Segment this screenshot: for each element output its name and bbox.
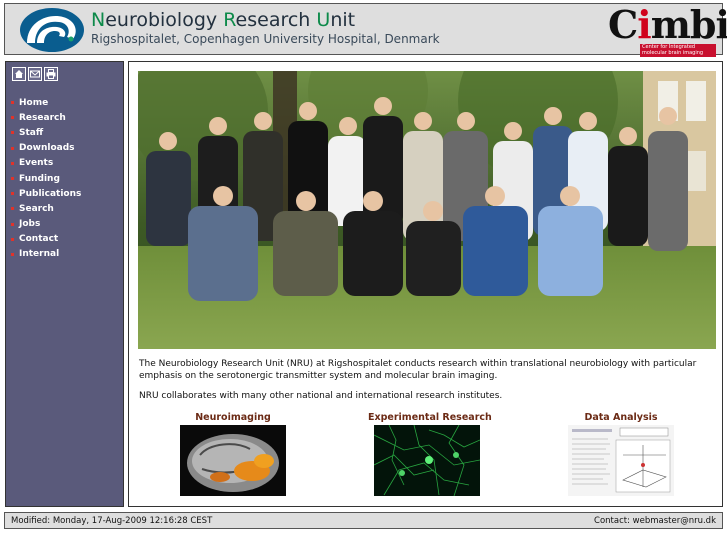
nav-item-label: Funding [19,173,60,184]
nav-item-label: Home [19,97,49,108]
nav-item-jobs[interactable]: Jobs [11,217,81,232]
nav-bullet-icon [11,222,14,226]
nav-item-funding[interactable]: Funding [11,171,81,186]
feature-title[interactable]: Neuroimaging [178,412,288,423]
nav-bullet-icon [11,252,14,256]
intro-text: The Neurobiology Research Unit (NRU) at … [139,359,697,381]
nav-bullet-icon [11,161,14,165]
nav-item-research[interactable]: Research [11,110,81,125]
nru-logo-icon[interactable] [19,7,85,53]
feature-title[interactable]: Experimental Research [368,412,492,423]
sidebar: Home Research Staff Downloads Events Fun… [5,61,124,507]
mail-icon[interactable] [28,67,42,81]
cimbi-logo[interactable]: Cimbi Center for Integrated molecular bra… [608,2,727,57]
nav-item-label: Staff [19,127,44,138]
nav-item-label: Research [19,112,66,123]
feature-title[interactable]: Data Analysis [566,412,676,423]
modified-timestamp: Modified: Monday, 17-Aug-2009 12:16:28 C… [11,516,213,526]
nav-item-publications[interactable]: Publications [11,186,81,201]
nav-item-label: Downloads [19,143,75,154]
nav-bullet-icon [11,131,14,135]
site-header: Neurobiology Research Unit Rigshospitale… [4,2,727,57]
nav-bullet-icon [11,177,14,181]
nav-item-label: Events [19,158,54,169]
data-analysis-image[interactable] [568,425,674,496]
nav-bullet-icon [11,116,14,120]
collab-text: NRU collaborates with many other nationa… [139,391,503,401]
contact-link[interactable]: Contact: webmaster@nru.dk [594,516,716,526]
feature-neuroimaging[interactable]: Neuroimaging [178,412,288,496]
nav-item-contact[interactable]: Contact [11,232,81,247]
nav-item-label: Search [19,203,54,214]
brain-scan-image[interactable] [180,425,286,496]
print-icon[interactable] [44,67,58,81]
site-subtitle: Rigshospitalet, Copenhagen University Ho… [91,32,440,46]
nav-bullet-icon [11,237,14,241]
nav-item-events[interactable]: Events [11,156,81,171]
nav-item-home[interactable]: Home [11,95,81,110]
cimbi-tagline: Center for Integrated molecular brain ima… [640,44,716,57]
feature-data-analysis[interactable]: Data Analysis [566,412,676,496]
feature-experimental-research[interactable]: Experimental Research [368,412,492,496]
site-title: Neurobiology Research Unit [91,9,356,31]
sidebar-icon-bar [12,67,58,81]
nav-bullet-icon [11,146,14,150]
nav-bullet-icon [11,192,14,196]
cimbi-wordmark: Cimbi [608,2,727,47]
nav-item-label: Internal [19,249,60,260]
nav-bullet-icon [11,207,14,211]
nav-item-label: Jobs [19,219,41,230]
nav-item-label: Publications [19,188,82,199]
main-content: The Neurobiology Research Unit (NRU) at … [128,61,723,507]
nav-item-downloads[interactable]: Downloads [11,141,81,156]
nav-item-search[interactable]: Search [11,201,81,216]
group-photo [138,71,716,349]
main-nav: Home Research Staff Downloads Events Fun… [11,95,81,262]
nav-item-staff[interactable]: Staff [11,125,81,140]
neuron-microscopy-image[interactable] [374,425,480,496]
page-footer: Modified: Monday, 17-Aug-2009 12:16:28 C… [4,512,723,529]
nav-bullet-icon [11,101,14,105]
nav-item-label: Contact [19,234,59,245]
home-icon[interactable] [12,67,26,81]
nav-item-internal[interactable]: Internal [11,247,81,262]
